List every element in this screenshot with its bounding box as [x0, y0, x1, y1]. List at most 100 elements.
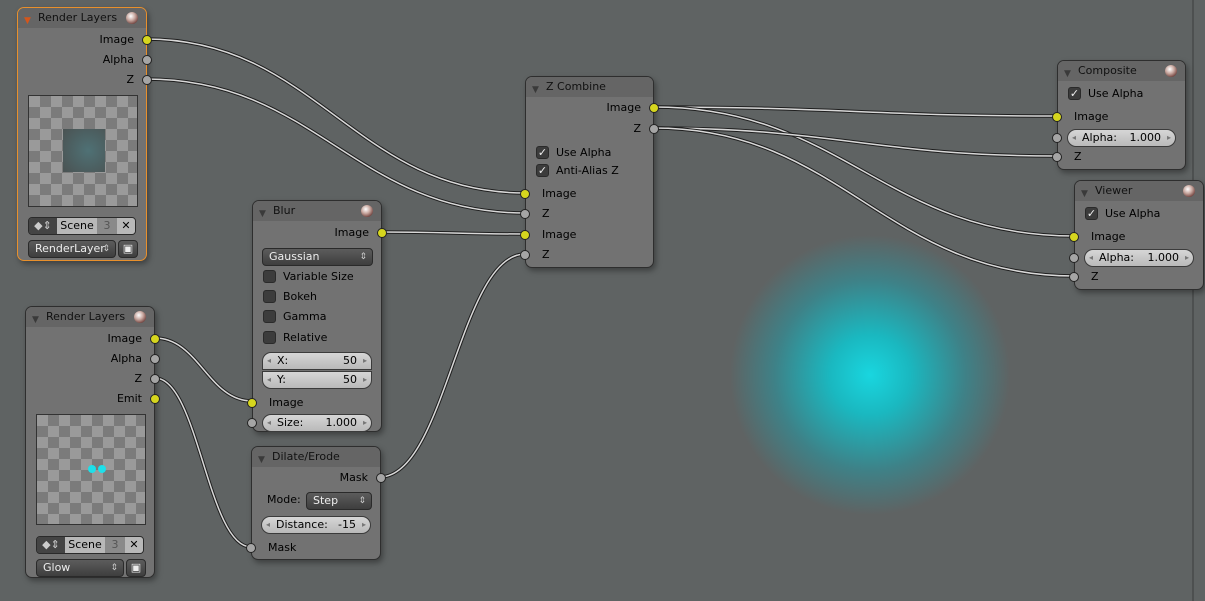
distance-field[interactable]: Distance:-15 [261, 516, 371, 534]
scene-icon[interactable]: ◆⇕ [37, 537, 65, 553]
socket[interactable] [247, 398, 257, 408]
node-header[interactable]: ▼ Render Layers [26, 307, 154, 327]
collapse-icon[interactable]: ▼ [24, 11, 31, 31]
socket[interactable] [142, 35, 152, 45]
collapse-icon[interactable]: ▼ [32, 310, 39, 330]
node-link[interactable] [154, 377, 252, 548]
render-icon[interactable]: ▣ [126, 559, 146, 577]
use-alpha-checkbox[interactable]: ✓ Use Alpha [536, 145, 611, 161]
scene-name[interactable]: Scene [65, 537, 105, 553]
close-icon[interactable]: ✕ [125, 537, 143, 553]
gamma-checkbox[interactable]: Gamma [263, 309, 326, 325]
output-image: Image [253, 225, 387, 241]
close-icon[interactable]: ✕ [117, 218, 135, 234]
size-field[interactable]: Size:1.000 [262, 414, 372, 432]
socket[interactable] [150, 354, 160, 364]
socket-label: Image [99, 33, 134, 46]
output-z: Z [526, 121, 659, 137]
mode-label: Mode: [267, 493, 301, 506]
render-icon[interactable]: ▣ [118, 240, 138, 258]
composite-node[interactable]: ▼Composite ✓Use Alpha Image Alpha:1.000 … [1052, 60, 1186, 170]
socket[interactable] [377, 228, 387, 238]
socket[interactable] [150, 334, 160, 344]
render-layers-node[interactable]: ▼ Render Layers Image Alpha Z ◆⇕ Scene 3 ✕ R… [17, 7, 152, 261]
collapse-icon[interactable]: ▼ [259, 204, 266, 224]
render-layer-select[interactable]: RenderLayer ⇕ [28, 240, 116, 258]
socket-label: Image [107, 332, 142, 345]
node-link[interactable] [154, 337, 253, 402]
socket[interactable] [1069, 253, 1079, 263]
node-header[interactable]: ▼ Composite [1058, 61, 1185, 81]
render-layers-node[interactable]: ▼ Render Layers Image Alpha Z Emit ◆⇕ Scen… [25, 306, 160, 578]
node-header[interactable]: ▼ Blur [253, 201, 381, 221]
socket[interactable] [1052, 112, 1062, 122]
alpha-field[interactable]: Alpha:1.000 [1067, 129, 1176, 147]
preview-sphere-icon[interactable] [134, 311, 146, 323]
node-header[interactable]: ▼ Z Combine [526, 77, 653, 97]
socket[interactable] [142, 55, 152, 65]
scene-name[interactable]: Scene [57, 218, 97, 234]
node-link[interactable] [145, 38, 526, 194]
socket[interactable] [649, 103, 659, 113]
node-header[interactable]: ▼ Render Layers [18, 8, 146, 28]
socket-label: Z [126, 73, 134, 86]
y-field[interactable]: Y:50 [262, 371, 372, 389]
preview-sphere-icon[interactable] [1165, 65, 1177, 77]
z-combine-node[interactable]: ▼ Z Combine Image Z ✓ Use Alpha ✓ Anti-Alia… [520, 76, 659, 268]
node-title: Viewer [1095, 184, 1133, 197]
socket[interactable] [247, 418, 257, 428]
use-alpha-checkbox[interactable]: ✓ Use Alpha [1085, 206, 1160, 222]
node-header[interactable]: ▼ Viewer [1075, 181, 1203, 201]
scene-selector[interactable]: ◆⇕ Scene 3 ✕ [36, 536, 144, 554]
variable-size-checkbox[interactable]: Variable Size [263, 269, 354, 285]
filter-type-select[interactable]: Gaussian ⇕ [262, 248, 373, 266]
mode-select[interactable]: Step ⇕ [306, 492, 372, 510]
scene-icon[interactable]: ◆⇕ [29, 218, 57, 234]
socket[interactable] [1069, 232, 1079, 242]
bokeh-checkbox[interactable]: Bokeh [263, 289, 317, 305]
preview-sphere-icon[interactable] [126, 12, 138, 24]
user-count: 3 [97, 218, 117, 234]
socket[interactable] [520, 230, 530, 240]
scene-selector[interactable]: ◆⇕ Scene 3 ✕ [28, 217, 136, 235]
input-image: Image [247, 395, 381, 411]
socket[interactable] [246, 543, 256, 553]
collapse-icon[interactable]: ▼ [1064, 64, 1071, 84]
node-link[interactable] [653, 106, 1075, 237]
blur-node[interactable]: ▼ Blur Image Gaussian ⇕ Variable Size Boke… [247, 200, 387, 432]
node-header[interactable]: ▼ Dilate/Erode [252, 447, 380, 467]
preview-sphere-icon[interactable] [1183, 185, 1195, 197]
socket[interactable] [1052, 133, 1062, 143]
alpha-field[interactable]: Alpha:1.000 [1084, 249, 1194, 267]
node-title: Dilate/Erode [272, 450, 340, 463]
socket[interactable] [520, 189, 530, 199]
input-mask: Mask [246, 540, 380, 556]
socket[interactable] [1052, 152, 1062, 162]
dilate-erode-node[interactable]: ▼ Dilate/Erode Mask Mode: Step⇕ Distance:… [246, 446, 386, 560]
x-field[interactable]: X:50 [262, 352, 372, 370]
node-link[interactable] [145, 78, 526, 214]
preview-sphere-icon[interactable] [361, 205, 373, 217]
socket[interactable] [150, 374, 160, 384]
socket[interactable] [520, 250, 530, 260]
collapse-icon[interactable]: ▼ [258, 450, 265, 470]
collapse-icon[interactable]: ▼ [532, 80, 539, 100]
relative-checkbox[interactable]: Relative [263, 330, 327, 346]
socket[interactable] [649, 124, 659, 134]
output-emit: Emit [26, 391, 160, 407]
socket-label: Emit [116, 392, 142, 405]
collapse-icon[interactable]: ▼ [1081, 184, 1088, 204]
socket[interactable] [520, 209, 530, 219]
output-image: Image [526, 100, 659, 116]
socket[interactable] [1069, 272, 1079, 282]
socket[interactable] [150, 394, 160, 404]
input-image-2: Image [520, 227, 653, 243]
socket[interactable] [376, 473, 386, 483]
node-link[interactable] [653, 127, 1075, 277]
use-alpha-checkbox[interactable]: ✓ Use Alpha [1068, 86, 1143, 102]
socket[interactable] [142, 75, 152, 85]
render-layer-select[interactable]: Glow ⇕ [36, 559, 124, 577]
viewer-node[interactable]: ▼ Viewer ✓Use Alpha Image Alpha:1.000 Z [1069, 180, 1204, 290]
anti-alias-z-checkbox[interactable]: ✓ Anti-Alias Z [536, 163, 619, 179]
node-link[interactable] [379, 253, 526, 478]
